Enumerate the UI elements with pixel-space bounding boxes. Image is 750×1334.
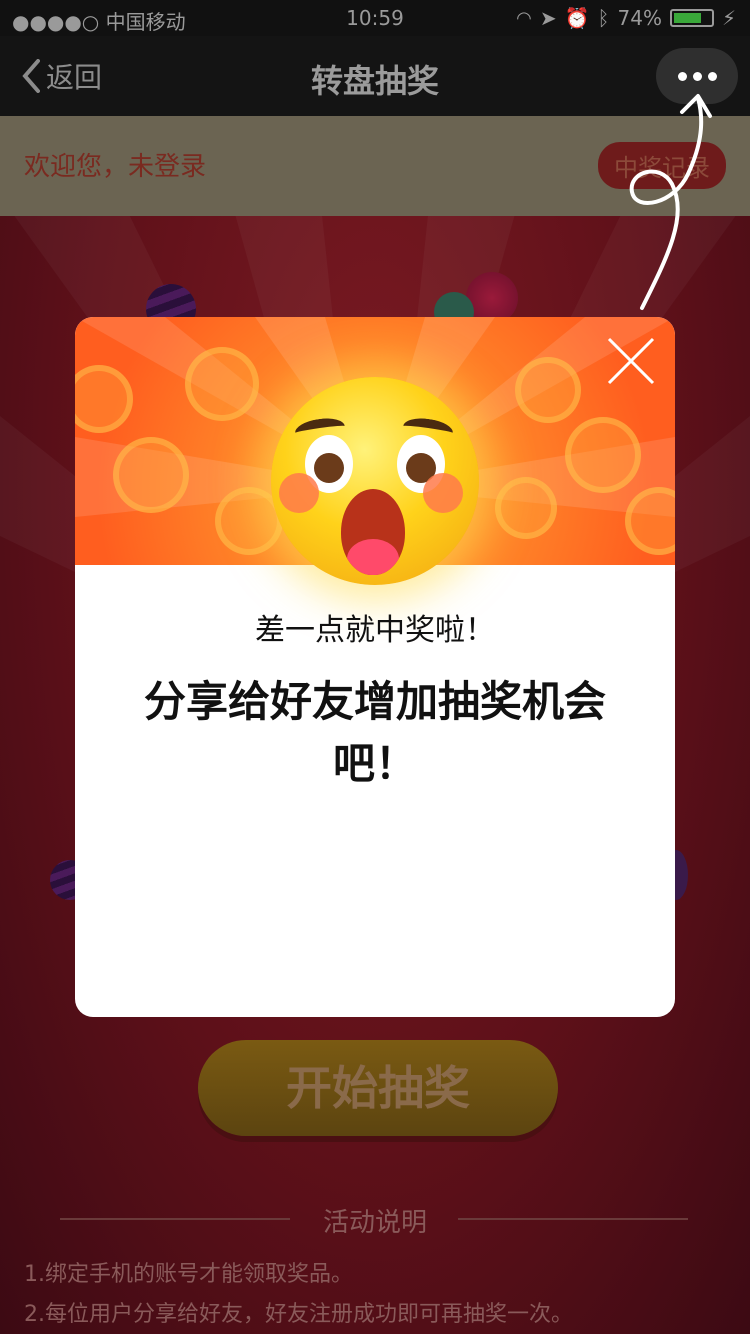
modal-headline: 差一点就中奖啦！ (255, 613, 495, 648)
cheek (279, 473, 319, 513)
more-dot-icon (707, 71, 717, 81)
cheek (423, 473, 463, 513)
more-dot-icon (692, 71, 702, 81)
rules-title: 活动说明 (322, 1208, 427, 1238)
battery-icon (669, 9, 714, 27)
coin-decoration (565, 417, 641, 493)
charging-icon: ⚡ (721, 6, 736, 30)
battery-percent: 74% (617, 6, 662, 30)
mouth (341, 489, 405, 575)
welcome-text: 欢迎您，未登录 (24, 152, 207, 182)
coin-decoration (185, 347, 259, 421)
start-lottery-button[interactable]: 开始抽奖 (198, 1040, 558, 1136)
close-icon[interactable] (605, 335, 657, 387)
hint-arrow-icon (629, 94, 712, 310)
rule-item: 2.每位用户分享给好友，好友注册成功即可再抽奖一次。 (24, 1302, 573, 1327)
modal-message: 分享给好友增加抽奖机会吧！ (143, 677, 606, 788)
coin-decoration (495, 477, 557, 539)
surprised-emoji-icon (271, 377, 479, 585)
status-bar: ●●●●○ 中国移动 10:59 ◠ ➤ ⏰ ᛒ 74% ⚡ (0, 0, 750, 36)
tongue (347, 539, 399, 575)
coin-decoration (113, 437, 189, 513)
rule-item: 1.绑定手机的账号才能领取奖品。 (24, 1262, 353, 1287)
result-modal: 差一点就中奖啦！ 分享给好友增加抽奖机会吧！ (75, 317, 675, 1017)
status-right: ◠ ➤ ⏰ ᛒ 74% ⚡ (516, 6, 736, 30)
more-dot-icon (677, 71, 687, 81)
alarm-icon: ⏰ (564, 6, 590, 30)
battery-fill (673, 13, 701, 23)
pupil (314, 453, 344, 483)
location-icon: ➤ (539, 6, 557, 30)
wifi-icon: ◠ (516, 7, 532, 29)
coin-decoration (515, 357, 581, 423)
bluetooth-icon: ᛒ (597, 6, 610, 30)
